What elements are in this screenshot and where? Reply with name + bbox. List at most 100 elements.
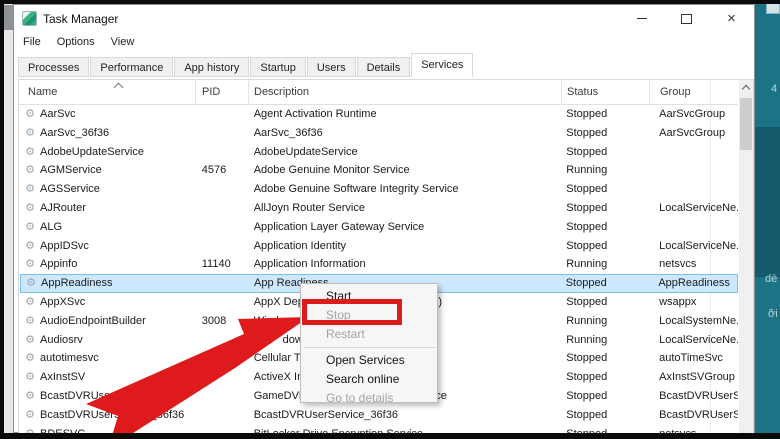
service-group: BcastDVRUserS... bbox=[659, 408, 738, 421]
service-pid bbox=[196, 237, 249, 256]
context-menu-item-stop[interactable]: Stop bbox=[301, 306, 437, 325]
context-menu-item-search-online[interactable]: Search online bbox=[301, 370, 437, 389]
service-status: Stopped bbox=[566, 371, 608, 384]
service-status: Stopped bbox=[566, 183, 608, 196]
service-group: AxInstSVGroup bbox=[659, 371, 735, 384]
service-status: Stopped bbox=[566, 145, 608, 158]
service-name-cell: ⚙ AarSvc bbox=[20, 105, 196, 124]
tab-details[interactable]: Details bbox=[356, 57, 411, 77]
service-name: autotimesvc bbox=[40, 352, 99, 365]
service-gear-icon: ⚙ bbox=[25, 371, 35, 384]
menu-file[interactable]: File bbox=[14, 36, 49, 48]
service-status: Stopped bbox=[566, 352, 608, 365]
service-pid bbox=[196, 105, 249, 124]
service-name-cell: ⚙ Audiosrv bbox=[20, 331, 196, 350]
service-name: AarSvc_36f36 bbox=[40, 126, 110, 139]
service-pid bbox=[196, 143, 249, 162]
service-description: AdobeUpdateService bbox=[253, 145, 358, 158]
service-row[interactable]: ⚙ AarSvc Agent Activation Runtime Stopped… bbox=[20, 105, 738, 124]
frame-border-bottom bbox=[0, 433, 780, 439]
service-group: LocalServiceNe... bbox=[659, 201, 738, 214]
service-row[interactable]: ⚙ AdobeUpdateService AdobeUpdateService S… bbox=[20, 143, 738, 162]
task-manager-icon bbox=[22, 11, 37, 26]
service-row[interactable]: ⚙ AJRouter AllJoyn Router Service Stopped… bbox=[20, 199, 738, 218]
column-header-description[interactable]: Description bbox=[248, 80, 561, 104]
service-name: AdobeUpdateService bbox=[40, 145, 144, 158]
menu-bar: File Options View bbox=[14, 32, 142, 51]
titlebar[interactable]: Task Manager × bbox=[14, 5, 754, 32]
service-row[interactable]: ⚙ Appinfo 11140 Application Information R… bbox=[20, 255, 738, 274]
service-status: Stopped bbox=[566, 108, 608, 120]
service-pid bbox=[196, 349, 249, 368]
service-pid: 11140 bbox=[201, 258, 231, 271]
tab-processes[interactable]: Processes bbox=[18, 57, 90, 77]
scroll-up-button[interactable] bbox=[739, 80, 753, 95]
service-gear-icon: ⚙ bbox=[25, 295, 35, 308]
service-pid bbox=[196, 218, 249, 237]
service-row[interactable]: ⚙ AGSService Adobe Genuine Software Integ… bbox=[20, 180, 738, 199]
service-pid bbox=[196, 406, 249, 425]
service-pid: 4576 bbox=[201, 164, 227, 177]
tab-startup[interactable]: Startup bbox=[250, 57, 306, 77]
frame-border-left bbox=[0, 0, 4, 439]
close-icon: × bbox=[727, 10, 736, 27]
service-gear-icon: ⚙ bbox=[25, 201, 35, 214]
tab-users[interactable]: Users bbox=[306, 57, 356, 77]
service-status: Running bbox=[566, 164, 608, 177]
service-name: AppXSvc bbox=[40, 295, 86, 308]
column-header-name[interactable]: Name bbox=[19, 80, 195, 104]
minimize-button[interactable] bbox=[619, 5, 664, 32]
service-row[interactable]: ⚙ ALG Application Layer Gateway Service S… bbox=[20, 218, 738, 237]
column-header-pid[interactable]: PID bbox=[195, 80, 248, 104]
service-name-cell: ⚙ AppReadiness bbox=[21, 275, 196, 292]
service-status: Running bbox=[566, 333, 608, 346]
service-group: autoTimeSvc bbox=[659, 352, 723, 365]
scrollbar-thumb[interactable] bbox=[740, 98, 752, 150]
tab-app-history[interactable]: App history bbox=[174, 57, 250, 77]
service-name-cell: ⚙ AarSvc_36f36 bbox=[20, 124, 196, 143]
service-pid bbox=[196, 124, 249, 143]
column-header-status[interactable]: Status bbox=[561, 80, 649, 104]
service-name: BcastDVRUserService_36f36 bbox=[40, 408, 185, 421]
service-description: BcastDVRUserService_36f36 bbox=[253, 408, 398, 421]
context-menu-item-go-to-details[interactable]: Go to details bbox=[301, 389, 437, 408]
context-menu-item-restart[interactable]: Restart bbox=[301, 325, 437, 344]
menu-view[interactable]: View bbox=[103, 36, 143, 48]
column-header-group[interactable]: Group bbox=[649, 80, 738, 104]
service-name: ALG bbox=[40, 220, 63, 233]
service-status: Stopped bbox=[566, 220, 608, 233]
context-menu-item-start[interactable]: Start bbox=[301, 287, 437, 306]
vertical-scrollbar[interactable] bbox=[739, 80, 753, 433]
service-gear-icon: ⚙ bbox=[25, 314, 35, 327]
service-row[interactable]: ⚙ AarSvc_36f36 AarSvc_36f36 Stopped AarSv… bbox=[20, 124, 738, 143]
teal-background-dark-band bbox=[755, 127, 780, 277]
menu-options[interactable]: Options bbox=[49, 36, 103, 48]
service-status: Running bbox=[566, 314, 608, 327]
service-name-cell: ⚙ AppIDSvc bbox=[20, 237, 196, 256]
service-group bbox=[649, 143, 738, 162]
service-name-cell: ⚙ BcastDVRUserService_36f36 bbox=[20, 406, 196, 425]
service-description: Adobe Genuine Software Integrity Service bbox=[253, 183, 459, 196]
service-name-cell: ⚙ AGSService bbox=[20, 180, 196, 199]
service-gear-icon: ⚙ bbox=[25, 126, 35, 139]
close-button[interactable]: × bbox=[709, 5, 754, 32]
maximize-button[interactable] bbox=[664, 5, 709, 32]
service-group bbox=[649, 161, 738, 180]
context-menu-item-open-services[interactable]: Open Services bbox=[301, 351, 437, 370]
service-pid bbox=[196, 180, 249, 199]
service-status: Stopped bbox=[566, 201, 608, 214]
service-row[interactable]: ⚙ AppIDSvc Application Identity Stopped L… bbox=[20, 237, 738, 256]
service-group: netsvcs bbox=[659, 258, 697, 271]
service-description: Application Layer Gateway Service bbox=[253, 220, 425, 233]
tab-performance[interactable]: Performance bbox=[90, 57, 174, 77]
service-name-cell: ⚙ ALG bbox=[20, 218, 196, 237]
service-pid bbox=[196, 387, 249, 406]
service-gear-icon: ⚙ bbox=[25, 258, 35, 271]
service-row[interactable]: ⚙ AGMService 4576 Adobe Genuine Monitor S… bbox=[20, 161, 738, 180]
service-row[interactable]: ⚙ BcastDVRUserService_36f36 BcastDVRUserS… bbox=[20, 406, 738, 425]
maximize-icon bbox=[681, 13, 692, 24]
tab-services[interactable]: Services bbox=[411, 53, 474, 77]
service-gear-icon: ⚙ bbox=[25, 183, 35, 196]
context-menu: Start Stop Restart Open Services Search … bbox=[300, 283, 438, 405]
service-name: AGMService bbox=[40, 164, 102, 177]
